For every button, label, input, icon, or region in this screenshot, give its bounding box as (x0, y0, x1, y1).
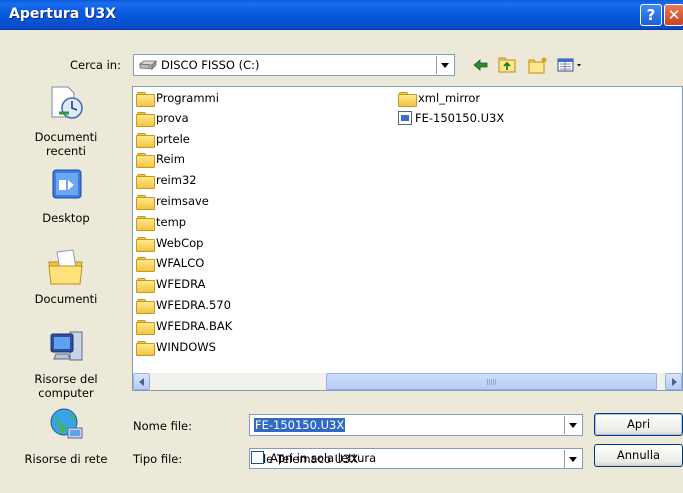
folder-icon (136, 195, 155, 210)
place-desktop-label: Desktop (42, 211, 90, 225)
window-title: Apertura U3X (9, 6, 117, 22)
lookin-label: Cerca in: (70, 58, 121, 72)
close-button[interactable]: ✕ (664, 4, 683, 26)
folder-icon (136, 174, 155, 189)
list-item[interactable]: WFEDRA.570 (136, 298, 231, 315)
filename-label: Nome file: (133, 419, 192, 433)
folder-icon (136, 133, 155, 148)
lookin-dropdown-button[interactable] (436, 56, 453, 74)
list-item[interactable]: WFEDRA.BAK (136, 319, 232, 336)
hard-drive-icon (139, 60, 157, 70)
folder-icon (136, 257, 155, 272)
list-item[interactable]: temp (136, 215, 186, 232)
help-button[interactable]: ? (640, 4, 662, 26)
horizontal-scrollbar[interactable] (133, 373, 682, 390)
title-bar: Apertura U3X ? ✕ (0, 0, 683, 30)
list-item[interactable]: prova (136, 111, 189, 128)
folder-icon (136, 299, 155, 314)
place-desktop[interactable]: Desktop (20, 168, 112, 230)
folder-icon (136, 153, 155, 168)
list-item[interactable]: WebCop (136, 236, 203, 253)
my-computer-icon (50, 331, 83, 361)
lookin-value: DISCO FISSO (C:) (161, 58, 260, 72)
list-item[interactable]: FE-150150.U3X (398, 111, 504, 128)
place-my-computer[interactable]: Risorse del computer (20, 328, 112, 405)
list-item[interactable]: reimsave (136, 194, 209, 211)
place-recent-documents-label: Documenti recenti (34, 130, 98, 158)
readonly-label[interactable]: Apri in sola lettura (270, 451, 376, 465)
scroll-left-button[interactable] (133, 373, 150, 390)
folder-icon (136, 341, 155, 356)
open-button[interactable]: Apri (594, 413, 683, 436)
back-arrow-icon[interactable] (472, 56, 490, 74)
list-item[interactable]: Programmi (136, 91, 219, 108)
filename-dropdown-button[interactable] (564, 416, 581, 434)
list-item[interactable]: xml_mirror (398, 91, 480, 108)
filename-input[interactable]: FE-150150.U3X (249, 414, 583, 436)
place-recent-documents[interactable]: Documenti recenti (20, 83, 112, 165)
filetype-label: Tipo file: (133, 452, 183, 466)
grip-icon (487, 379, 496, 385)
folder-icon (136, 216, 155, 231)
file-list[interactable]: Programmi prova prtele Reim reim32 reims… (132, 86, 683, 391)
up-folder-icon[interactable] (497, 56, 517, 74)
folder-icon (398, 92, 417, 107)
folder-icon (136, 320, 155, 335)
scroll-thumb[interactable] (326, 373, 657, 390)
filename-value: FE-150150.U3X (254, 418, 346, 432)
place-network[interactable]: Risorse di rete (20, 406, 112, 466)
list-item[interactable]: reim32 (136, 173, 197, 190)
place-network-label: Risorse di rete (24, 452, 108, 466)
cancel-button[interactable]: Annulla (594, 444, 683, 467)
list-item[interactable]: WFEDRA (136, 277, 206, 294)
documents-icon (48, 249, 83, 285)
view-menu-icon[interactable] (556, 56, 586, 74)
list-item[interactable]: WFALCO (136, 256, 204, 273)
folder-icon (136, 112, 155, 127)
u3x-file-icon (398, 111, 412, 125)
desktop-icon (52, 169, 82, 199)
readonly-checkbox[interactable] (251, 451, 264, 464)
list-item[interactable]: WINDOWS (136, 340, 216, 357)
recent-documents-icon (51, 86, 83, 119)
place-documents-label: Documenti (34, 292, 98, 306)
place-my-computer-label: Risorse del computer (34, 372, 98, 400)
network-icon (50, 408, 83, 439)
new-folder-icon[interactable] (527, 56, 549, 74)
folder-icon (136, 237, 155, 252)
folder-icon (136, 278, 155, 293)
filetype-dropdown-button[interactable] (564, 450, 581, 468)
scroll-right-button[interactable] (665, 373, 682, 390)
list-item[interactable]: Reim (136, 152, 185, 169)
lookin-combo[interactable]: DISCO FISSO (C:) (133, 54, 455, 76)
list-item[interactable]: prtele (136, 132, 190, 149)
folder-icon (136, 92, 155, 107)
place-documents[interactable]: Documenti (20, 248, 112, 313)
